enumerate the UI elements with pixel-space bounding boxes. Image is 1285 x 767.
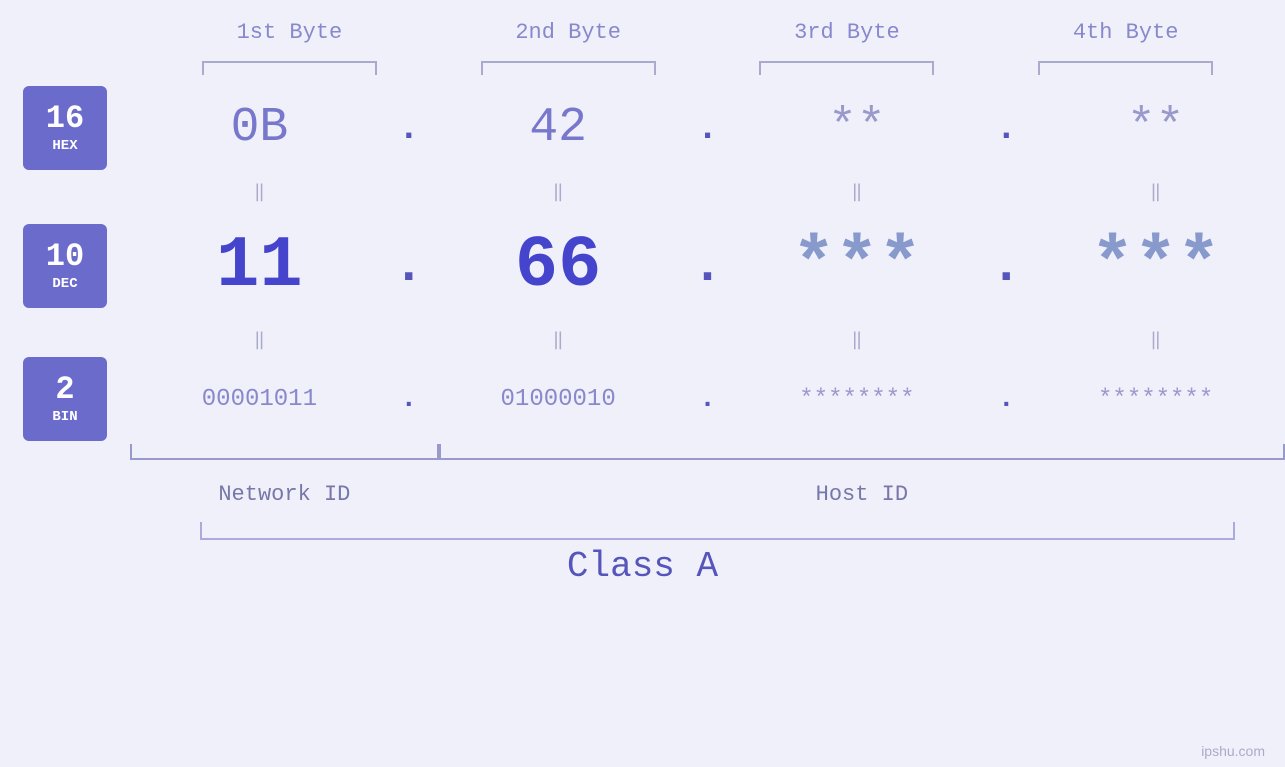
byte2-bracket-top [481, 61, 656, 75]
bin-byte2: 01000010 [501, 386, 616, 413]
bin-number: 2 [55, 374, 74, 406]
host-id-bracket [439, 444, 1285, 460]
class-bracket [200, 522, 1235, 540]
hex-label: HEX [52, 138, 77, 154]
hex-dot3: . [986, 108, 1026, 149]
hex-dot1: . [389, 108, 429, 149]
dec-dot3: . [986, 237, 1026, 296]
eq5: ‖ [130, 329, 389, 351]
dec-number: 10 [46, 241, 84, 273]
eq6: ‖ [429, 329, 688, 351]
dec-byte1: 11 [216, 225, 302, 307]
byte4-bracket-top [1038, 61, 1213, 75]
bin-badge: 2 BIN [23, 357, 107, 441]
byte2-label: 2nd Byte [449, 20, 688, 45]
bin-dot3: . [986, 384, 1026, 415]
hex-byte3: ** [828, 101, 886, 155]
hex-badge: 16 HEX [23, 86, 107, 170]
dec-badge: 10 DEC [23, 224, 107, 308]
dec-dot1: . [389, 237, 429, 296]
byte1-label: 1st Byte [170, 20, 409, 45]
byte3-bracket-top [759, 61, 934, 75]
eq2: ‖ [429, 181, 688, 203]
eq3: ‖ [728, 181, 987, 203]
dec-label: DEC [52, 276, 77, 292]
eq7: ‖ [728, 329, 987, 351]
hex-number: 16 [46, 103, 84, 135]
bin-dot2: . [688, 384, 728, 415]
byte3-label: 3rd Byte [728, 20, 967, 45]
network-id-label: Network ID [218, 482, 350, 507]
bin-byte1: 00001011 [202, 386, 317, 413]
bin-byte4: ******** [1098, 386, 1213, 413]
byte4-label: 4th Byte [1006, 20, 1245, 45]
dec-dot2: . [688, 237, 728, 296]
hex-dot2: . [688, 108, 728, 149]
dec-byte3: *** [792, 225, 922, 307]
hex-byte1: 0B [231, 101, 289, 155]
bin-dot1: . [389, 384, 429, 415]
bin-byte3: ******** [799, 386, 914, 413]
bin-label: BIN [52, 409, 77, 425]
eq8: ‖ [1026, 329, 1285, 351]
class-label: Class A [567, 546, 718, 587]
byte1-bracket-top [202, 61, 377, 75]
host-id-label: Host ID [816, 482, 908, 507]
hex-byte2: 42 [529, 101, 587, 155]
dec-byte4: *** [1091, 225, 1221, 307]
eq4: ‖ [1026, 181, 1285, 203]
network-id-bracket [130, 444, 439, 460]
watermark: ipshu.com [1201, 743, 1265, 759]
hex-byte4: ** [1127, 101, 1185, 155]
dec-byte2: 66 [515, 225, 601, 307]
eq1: ‖ [130, 181, 389, 203]
